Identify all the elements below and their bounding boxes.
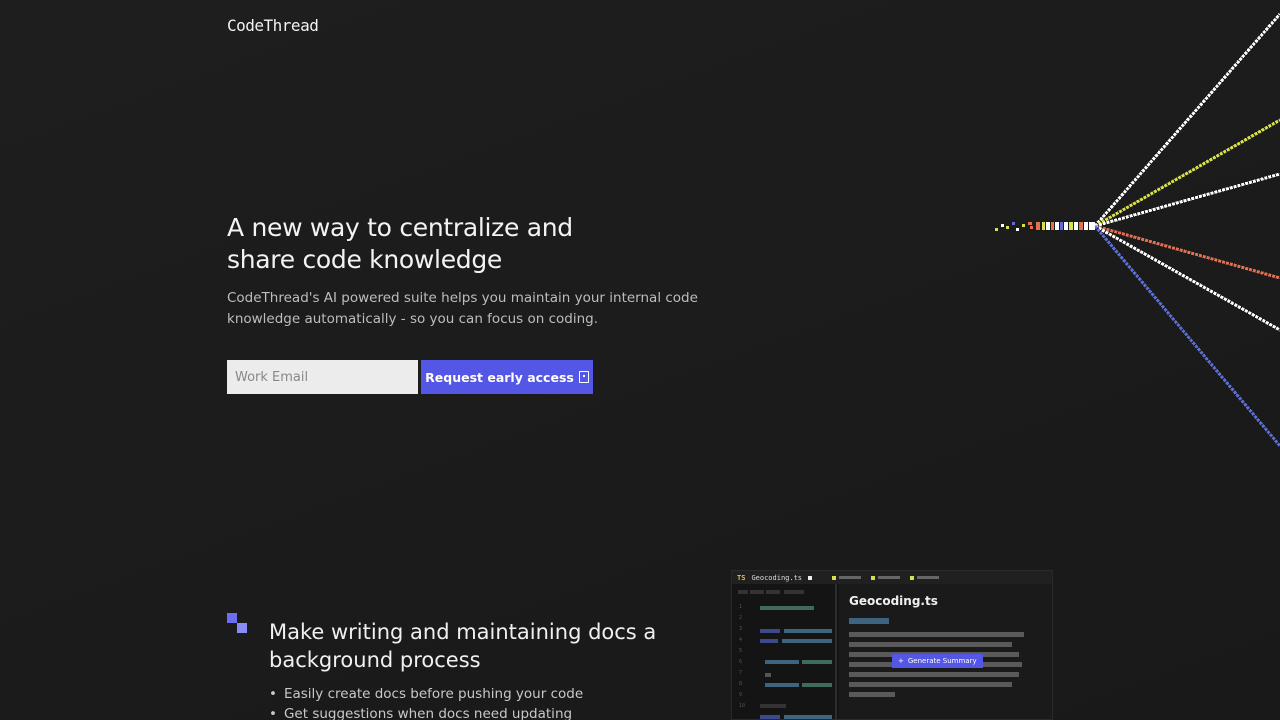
editor-tab-placeholder bbox=[871, 575, 901, 580]
hero-title: A new way to centralize and share code k… bbox=[227, 213, 573, 274]
pixel-squares-icon bbox=[227, 613, 249, 635]
editor-tab-placeholder bbox=[910, 575, 940, 580]
unsaved-dot-icon bbox=[808, 575, 813, 580]
doc-pane: Geocoding.ts + Generate Summary bbox=[839, 584, 1052, 719]
plus-icon: + bbox=[898, 657, 904, 665]
line-number: 5 bbox=[739, 648, 743, 654]
editor-tab-filename: Geocoding.ts bbox=[751, 573, 803, 582]
feature-title: Make writing and maintaining docs a back… bbox=[269, 620, 657, 672]
generate-summary-label: Generate Summary bbox=[907, 657, 977, 665]
line-number: 6 bbox=[739, 659, 743, 665]
feature-bullet-list: Easily create docs before pushing your c… bbox=[269, 684, 583, 720]
decorative-beams-graphic bbox=[995, 13, 1280, 447]
line-number: 10 bbox=[739, 703, 746, 709]
line-number: 3 bbox=[739, 626, 743, 632]
editor-tab-bar: TS Geocoding.ts bbox=[732, 571, 1052, 584]
typescript-badge: TS bbox=[737, 573, 746, 582]
feature-bullet: Get suggestions when docs need updating bbox=[269, 704, 583, 720]
line-number: 2 bbox=[739, 615, 743, 621]
line-number: 9 bbox=[739, 692, 743, 698]
line-number: 1 bbox=[739, 604, 743, 610]
hero-subtitle: CodeThread's AI powered suite helps you … bbox=[227, 290, 698, 327]
doc-title: Geocoding.ts bbox=[849, 594, 938, 608]
request-early-access-button[interactable]: Request early access bbox=[421, 360, 593, 394]
line-number: 4 bbox=[739, 637, 743, 643]
brand-logo[interactable]: CodeThread bbox=[227, 16, 319, 35]
editor-preview: TS Geocoding.ts 1 2 3 4 5 6 7 8 9 10 Geocoding.ts bbox=[731, 570, 1053, 720]
door-icon bbox=[578, 371, 589, 383]
editor-tab-placeholder bbox=[832, 575, 862, 580]
line-number: 7 bbox=[739, 670, 743, 676]
code-pane: 1 2 3 4 5 6 7 8 9 10 bbox=[732, 584, 837, 719]
work-email-input[interactable] bbox=[227, 360, 418, 394]
line-number: 8 bbox=[739, 681, 743, 687]
request-early-access-label: Request early access bbox=[425, 369, 574, 385]
feature-bullet: Easily create docs before pushing your c… bbox=[269, 684, 583, 704]
generate-summary-button[interactable]: + Generate Summary bbox=[892, 654, 983, 668]
